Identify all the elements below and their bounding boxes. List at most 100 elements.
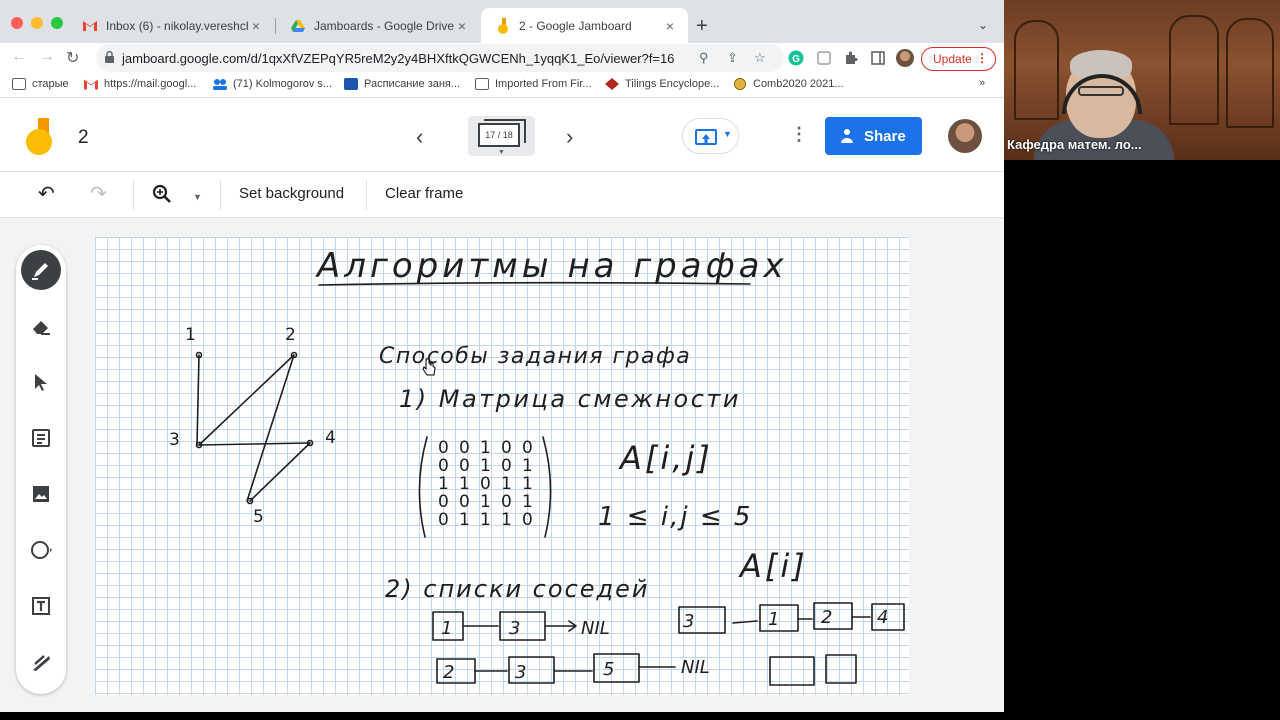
back-arrow-icon[interactable]: ← <box>11 48 27 66</box>
list-row2-item: 2 <box>443 662 454 683</box>
zoom-magnifier-icon[interactable] <box>152 184 172 208</box>
eraser-tool-button[interactable] <box>21 306 61 346</box>
comb-icon <box>734 78 746 90</box>
matrix-cell: 1 <box>480 492 491 512</box>
bookmarks-overflow-icon[interactable]: » <box>979 77 985 89</box>
new-tab-button[interactable]: + <box>696 16 708 36</box>
share-page-icon[interactable]: ⇪ <box>727 50 738 66</box>
list-row2-item: NIL <box>681 657 710 678</box>
pen-tool-button[interactable] <box>21 250 61 290</box>
matrix-cell: 0 <box>501 438 512 458</box>
matrix-cell: 0 <box>459 492 470 512</box>
bookmark-folder-old[interactable]: старые <box>12 78 69 90</box>
close-window-button[interactable] <box>11 17 23 29</box>
update-label: Update <box>933 52 972 66</box>
whiteboard-frame[interactable]: Алгоритмы на графах Способы задания граф… <box>95 237 909 695</box>
text-box-tool-button[interactable] <box>21 586 61 626</box>
bookmark-tilings[interactable]: Tilings Encyclope... <box>605 78 719 90</box>
matrix-cell: 1 <box>438 474 449 494</box>
lock-icon <box>105 51 114 63</box>
user-avatar[interactable] <box>948 119 982 153</box>
handwritten-lists: 1 3 NIL 2 3 5 NIL 3 1 2 4 <box>441 607 888 683</box>
tab-close-icon[interactable]: × <box>454 18 470 34</box>
clear-frame-button[interactable]: Clear frame <box>385 185 463 202</box>
share-button[interactable]: Share <box>825 117 922 155</box>
text-box-icon <box>32 597 50 615</box>
share-people-icon <box>841 129 853 143</box>
tab-close-icon[interactable]: × <box>248 18 264 34</box>
tab-search-chevron-icon[interactable]: ⌄ <box>978 18 988 32</box>
bookmark-label: https://mail.googl... <box>104 78 197 90</box>
update-button[interactable]: Update ⋮ <box>921 47 996 71</box>
participant-video-tile[interactable]: Кафедра матем. ло... <box>1004 0 1280 160</box>
background-cabinet <box>1169 15 1219 125</box>
edit-toolbar: ↶ ↷ ▼ Set background Clear frame <box>0 172 1004 218</box>
tab-title: Jamboards - Google Drive <box>314 18 454 33</box>
handwritten-range: 1 ≤ i,j ≤ 5 <box>598 502 752 532</box>
minimize-window-button[interactable] <box>31 17 43 29</box>
handwritten-aij: A[i,j] <box>618 439 713 477</box>
bookmark-gmail[interactable]: https://mail.googl... <box>84 78 196 90</box>
zoom-caret-down-icon[interactable]: ▼ <box>193 187 202 207</box>
profile-avatar[interactable] <box>896 49 914 67</box>
tab-gmail-inbox[interactable]: Inbox (6) - nikolay.vereshchag × <box>68 8 274 43</box>
set-background-button[interactable]: Set background <box>239 185 344 202</box>
tab-title: Inbox (6) - nikolay.vereshchag <box>106 18 248 33</box>
tab-jamboard[interactable]: 2 - Google Jamboard × <box>481 8 688 43</box>
side-panel-icon[interactable] <box>870 50 886 66</box>
schedule-icon <box>344 78 358 90</box>
matrix-cell: 1 <box>480 438 491 458</box>
reload-icon[interactable]: ↻ <box>66 48 79 68</box>
laser-tool-button[interactable] <box>21 642 61 682</box>
list-row1-item: 1 <box>441 618 452 639</box>
bookmark-label: Imported From Fir... <box>495 78 592 90</box>
bookmark-comb2020[interactable]: Comb2020 2021... <box>733 78 844 90</box>
extensions-puzzle-icon[interactable] <box>843 50 859 66</box>
graph-node-label: 1 <box>185 325 196 345</box>
list-row1-item: NIL <box>581 618 610 639</box>
bookmark-label: старые <box>32 78 69 90</box>
bookmark-schedule[interactable]: Расписание заня... <box>344 78 460 90</box>
handwriting-layer: Алгоритмы на графах Способы задания граф… <box>169 246 905 686</box>
sticky-note-tool-button[interactable] <box>21 418 61 458</box>
previous-frame-chevron-icon[interactable]: ‹ <box>416 124 423 150</box>
matrix-cell: 1 <box>459 474 470 494</box>
handwritten-matrix: 0 0 1 0 00 0 1 0 11 1 0 1 10 0 1 0 10 1 1 1 0 <box>438 438 533 530</box>
bookmark-label: Расписание заня... <box>364 78 461 90</box>
handwritten-title: Алгоритмы на графах <box>315 246 788 286</box>
next-frame-chevron-icon[interactable]: › <box>566 124 573 150</box>
document-title[interactable]: 2 <box>78 127 89 149</box>
more-options-icon[interactable]: ⋮ <box>790 124 808 145</box>
tab-close-icon[interactable]: × <box>662 18 678 34</box>
list-row1-item: 3 <box>509 618 520 639</box>
shape-tool-button[interactable] <box>21 530 61 570</box>
bookmark-folder-imported[interactable]: Imported From Fir... <box>475 78 592 90</box>
select-tool-button[interactable] <box>21 362 61 402</box>
zoom-icon[interactable]: ⚲ <box>699 50 709 66</box>
tab-google-drive[interactable]: Jamboards - Google Drive × <box>276 8 480 43</box>
frame-picker-button[interactable]: 17 / 18 ▼ <box>468 116 535 156</box>
matrix-cell: 0 <box>522 510 533 530</box>
redo-icon[interactable]: ↷ <box>90 184 107 204</box>
matrix-cell: 0 <box>480 474 491 494</box>
matrix-cell: 0 <box>438 438 449 458</box>
bookmark-star-icon[interactable]: ☆ <box>754 50 766 66</box>
jamboard-icon <box>495 17 511 34</box>
extension-puzzle-gray-icon[interactable] <box>816 50 832 66</box>
matrix-cell: 1 <box>480 456 491 476</box>
address-bar[interactable]: jamboard.google.com/d/1qxXfVZEPqYR5reM2y… <box>96 44 784 72</box>
more-vert-icon: ⋮ <box>976 51 988 65</box>
grammarly-extension-icon[interactable]: G <box>788 50 804 66</box>
select-icon <box>35 374 47 391</box>
undo-icon[interactable]: ↶ <box>38 184 55 204</box>
caret-down-icon: ▼ <box>498 149 505 156</box>
matrix-cell: 1 <box>459 510 470 530</box>
url-text: jamboard.google.com/d/1qxXfVZEPqYR5reM2y… <box>122 51 675 66</box>
maximize-window-button[interactable] <box>51 17 63 29</box>
image-tool-button[interactable] <box>21 474 61 514</box>
mouse-hand-cursor-icon <box>422 358 436 376</box>
present-to-meeting-button[interactable]: ▼ <box>682 118 739 154</box>
bookmark-kolmogorov[interactable]: (71) Kolmogorov s... <box>213 78 332 90</box>
side-toolbar <box>16 245 66 694</box>
forward-arrow-icon[interactable]: → <box>39 48 55 66</box>
